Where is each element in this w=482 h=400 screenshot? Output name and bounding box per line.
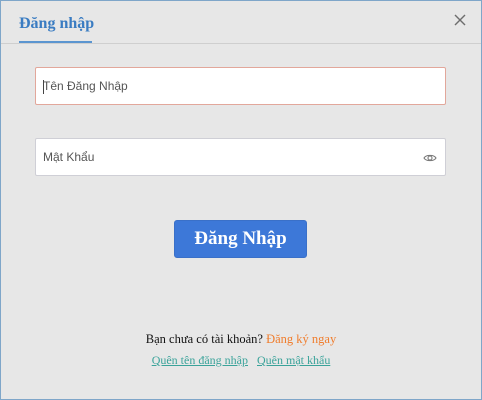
recovery-links: Quên tên đăng nhập Quên mật khẩu xyxy=(1,353,481,368)
no-account-text: Bạn chưa có tài khoản? xyxy=(145,332,263,346)
login-button[interactable]: Đăng Nhập xyxy=(174,220,307,258)
text-caret xyxy=(43,80,44,94)
password-input[interactable] xyxy=(36,139,403,175)
forgot-password-link[interactable]: Quên mật khẩu xyxy=(257,353,330,367)
password-field-container xyxy=(35,138,446,176)
register-prompt: Bạn chưa có tài khoản? Đăng ký ngay xyxy=(1,332,481,347)
login-dialog: Đăng nhập Đăng Nhập Bạn chưa có tài khoả… xyxy=(0,0,482,400)
eye-icon[interactable] xyxy=(423,151,437,165)
register-link[interactable]: Đăng ký ngay xyxy=(266,332,336,346)
close-icon[interactable] xyxy=(453,13,467,27)
tab-login[interactable]: Đăng nhập xyxy=(19,15,94,33)
username-field-container xyxy=(35,67,446,105)
forgot-username-link[interactable]: Quên tên đăng nhập xyxy=(152,353,248,367)
username-input[interactable] xyxy=(36,68,403,104)
active-tab-indicator xyxy=(19,41,92,43)
dialog-header: Đăng nhập xyxy=(1,1,481,44)
